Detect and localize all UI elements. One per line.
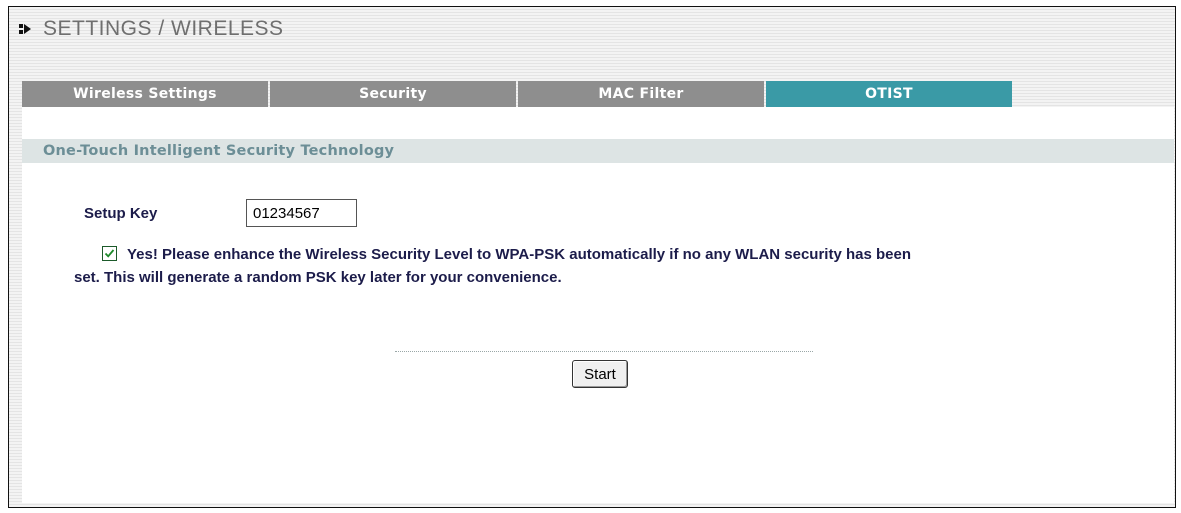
- checkmark-icon: [104, 249, 115, 258]
- enhance-line-1: Yes! Please enhance the Wireless Securit…: [88, 243, 1118, 266]
- enhance-security-checkbox[interactable]: [102, 246, 117, 261]
- setup-key-label: Setup Key: [84, 204, 158, 222]
- enhance-security-option: Yes! Please enhance the Wireless Securit…: [74, 243, 1118, 289]
- arrow-bullet-icon: [17, 20, 35, 38]
- section-header: One-Touch Intelligent Security Technolog…: [22, 139, 1174, 163]
- page-header: SETTINGS / WIRELESS: [9, 7, 1175, 51]
- page-title: SETTINGS / WIRELESS: [43, 17, 284, 40]
- tab-otist[interactable]: OTIST: [766, 81, 1012, 107]
- setup-key-row: Setup Key: [84, 199, 357, 227]
- tab-wireless-settings[interactable]: Wireless Settings: [22, 81, 268, 107]
- divider: [395, 351, 813, 352]
- setup-key-input[interactable]: [246, 199, 357, 227]
- settings-frame: SETTINGS / WIRELESS Wireless Settings Se…: [8, 6, 1176, 508]
- start-button[interactable]: Start: [572, 360, 628, 388]
- tab-security[interactable]: Security: [270, 81, 516, 107]
- tab-mac-filter[interactable]: MAC Filter: [518, 81, 764, 107]
- enhance-text-line-2: set. This will generate a random PSK key…: [74, 269, 562, 286]
- content-panel: One-Touch Intelligent Security Technolog…: [22, 107, 1174, 503]
- enhance-text-line-1: Yes! Please enhance the Wireless Securit…: [127, 246, 912, 263]
- tab-bar: Wireless Settings Security MAC Filter OT…: [22, 81, 1014, 107]
- section-title: One-Touch Intelligent Security Technolog…: [43, 143, 395, 159]
